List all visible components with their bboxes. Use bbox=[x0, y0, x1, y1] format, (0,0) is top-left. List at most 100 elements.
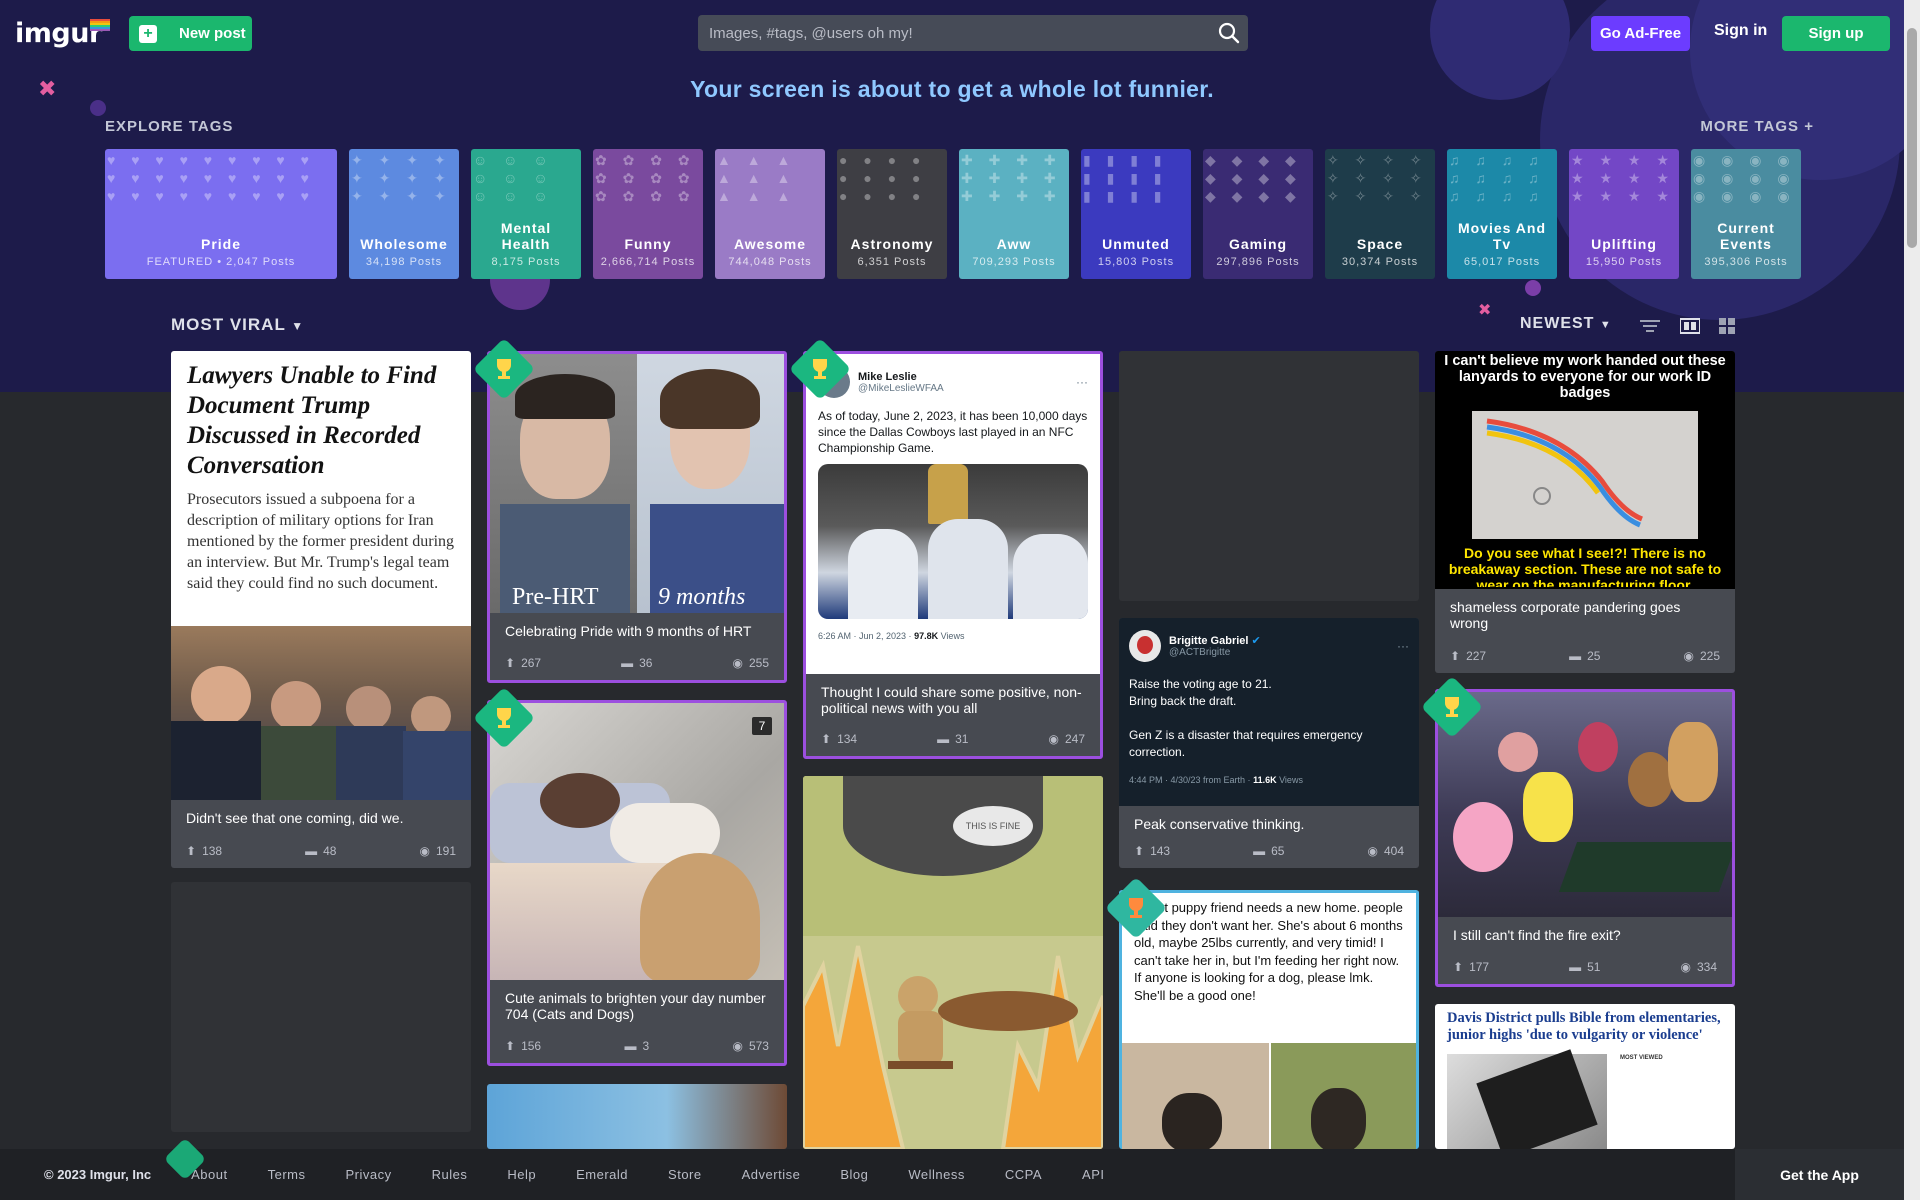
footer-link[interactable]: Help bbox=[507, 1167, 536, 1182]
tag-tile[interactable]: ✿ ✿ ✿ ✿ ✿ ✿ ✿ ✿ ✿ ✿ ✿ ✿ ✿ ✿ ✿ ✿ ✿ ✿ ✿ ✿ … bbox=[593, 149, 703, 279]
footer-link[interactable]: Terms bbox=[268, 1167, 306, 1182]
site-footer: © 2023 Imgur, Inc About Terms Privacy Rules… bbox=[0, 1149, 1904, 1200]
upvote-stat[interactable]: ⬆ 177 bbox=[1453, 960, 1489, 974]
tag-tile[interactable]: ♫ ♫ ♫ ♫ ♫ ♫ ♫ ♫ ♫ ♫ ♫ ♫ ♫ ♫ ♫ ♫ ♫ ♫ ♫ ♫ … bbox=[1447, 149, 1557, 279]
news-body: Prosecutors issued a subpoena for a desc… bbox=[187, 491, 455, 592]
post-card[interactable]: Brigitte Gabriel ✔ @ACTBrigitte ··· Rais… bbox=[1119, 618, 1419, 868]
tag-post-count: 709,293 Posts bbox=[972, 256, 1056, 268]
search-input[interactable] bbox=[698, 15, 1248, 51]
scrollbar[interactable] bbox=[1904, 0, 1920, 1200]
comment-icon: ▬ bbox=[1569, 960, 1582, 974]
footer-link[interactable]: API bbox=[1082, 1167, 1104, 1182]
tag-tile[interactable]: ✧ ✧ ✧ ✧ ✧ ✧ ✧ ✧ ✧ ✧ ✧ ✧ ✧ ✧ ✧ ✧ ✧ ✧ ✧ ✧ … bbox=[1325, 149, 1435, 279]
sort-dropdown[interactable]: MOST VIRAL ▼ bbox=[171, 315, 304, 335]
views-stat: ◉ 573 bbox=[732, 1039, 769, 1053]
scrollbar-thumb[interactable] bbox=[1907, 28, 1917, 248]
footer-link[interactable]: Wellness bbox=[908, 1167, 965, 1182]
tag-name: Funny bbox=[624, 236, 672, 252]
post-card[interactable]: Lawyers Unable to Find Document Trump Di… bbox=[171, 351, 471, 868]
new-post-button[interactable]: + New post bbox=[129, 16, 252, 51]
imgur-logo[interactable]: imgur bbox=[15, 18, 102, 49]
post-image: I can't believe my work handed out these… bbox=[1435, 351, 1735, 589]
post-card[interactable]: 7 Cute animals to brighten your day numb… bbox=[487, 700, 787, 1066]
tweet-line: Bring back the draft. bbox=[1129, 694, 1237, 708]
tag-post-count: 8,175 Posts bbox=[491, 256, 561, 268]
filter-icon[interactable] bbox=[1640, 318, 1660, 334]
footer-link[interactable]: Store bbox=[668, 1167, 702, 1182]
tile-view-icon[interactable] bbox=[1717, 318, 1737, 334]
tag-tile[interactable]: ♥ ♥ ♥ ♥ ♥ ♥ ♥ ♥ ♥ ♥ ♥ ♥ ♥ ♥ ♥ ♥ ♥ ♥ ♥ ♥ … bbox=[105, 149, 337, 279]
get-app-button[interactable]: Get the App bbox=[1735, 1149, 1904, 1200]
footer-link[interactable]: Privacy bbox=[346, 1167, 392, 1182]
tag-name: Gaming bbox=[1228, 236, 1288, 252]
tag-tile[interactable]: ▲ ▲ ▲ ▲ ▲ ▲ ▲ ▲ ▲ ▲ ▲ ▲ ▲ ▲ ▲ ▲ ▲ ▲ ▲ ▲ … bbox=[715, 149, 825, 279]
post-title: Peak conservative thinking. bbox=[1134, 816, 1305, 832]
post-image: sweet puppy friend needs a new home. peo… bbox=[1122, 893, 1416, 1149]
post-card[interactable]: sweet puppy friend needs a new home. peo… bbox=[1119, 890, 1419, 1149]
tag-name: Uplifting bbox=[1591, 236, 1657, 252]
upvote-stat[interactable]: ⬆ 138 bbox=[186, 844, 222, 858]
comment-icon: ▬ bbox=[1253, 844, 1266, 858]
sign-in-link[interactable]: Sign in bbox=[1714, 22, 1767, 40]
tag-strip: ♥ ♥ ♥ ♥ ♥ ♥ ♥ ♥ ♥ ♥ ♥ ♥ ♥ ♥ ♥ ♥ ♥ ♥ ♥ ♥ … bbox=[105, 149, 1801, 279]
post-card-placeholder[interactable] bbox=[1119, 351, 1419, 601]
post-card[interactable]: Davis District pulls Bible from elementa… bbox=[1435, 1004, 1735, 1149]
caption-left: Pre-HRT bbox=[512, 584, 599, 610]
tag-tile[interactable]: ● ● ● ● ● ● ● ● ● ● ● ● ● ● ● ● ● ● ● ● … bbox=[837, 149, 947, 279]
post-stats: ⬆ 267 ▬ 36 ◉ 255 bbox=[505, 656, 769, 670]
tweet-view-count: 97.8K bbox=[914, 631, 939, 641]
go-ad-free-button[interactable]: Go Ad-Free bbox=[1591, 16, 1690, 51]
grid-view-icon[interactable] bbox=[1680, 318, 1700, 334]
tag-name: Awesome bbox=[733, 236, 807, 252]
post-card[interactable]: THIS IS FINE bbox=[803, 776, 1103, 1149]
post-card[interactable] bbox=[487, 1084, 787, 1149]
tag-pattern: ◉ ◉ ◉ ◉ ◉ ◉ ◉ ◉ ◉ ◉ ◉ ◉ ◉ ◉ ◉ ◉ ◉ ◉ ◉ ◉ … bbox=[1693, 152, 1796, 203]
sign-up-button[interactable]: Sign up bbox=[1782, 16, 1890, 51]
tag-tile[interactable]: ▮ ▮ ▮ ▮ ▮ ▮ ▮ ▮ ▮ ▮ ▮ ▮ ▮ ▮ ▮ ▮ ▮ ▮ ▮ ▮ … bbox=[1081, 149, 1191, 279]
speech-bubble: THIS IS FINE bbox=[953, 806, 1033, 846]
tag-text: Current Events 395,306 Posts bbox=[1691, 220, 1801, 269]
post-card-placeholder[interactable] bbox=[171, 882, 471, 1132]
search-icon[interactable] bbox=[1218, 22, 1240, 44]
tag-tile[interactable]: ✦ ✦ ✦ ✦ ✦ ✦ ✦ ✦ ✦ ✦ ✦ ✦ ✦ ✦ ✦ ✦ ✦ ✦ ✦ ✦ … bbox=[349, 149, 459, 279]
post-card[interactable]: Pre-HRT 9 months Celebrating Pride with … bbox=[487, 351, 787, 683]
more-tags-link[interactable]: MORE TAGS + bbox=[1700, 118, 1814, 135]
tag-tile[interactable]: ◆ ◆ ◆ ◆ ◆ ◆ ◆ ◆ ◆ ◆ ◆ ◆ ◆ ◆ ◆ ◆ ◆ ◆ ◆ ◆ … bbox=[1203, 149, 1313, 279]
footer-link[interactable]: Emerald bbox=[576, 1167, 628, 1182]
post-card[interactable]: I can't believe my work handed out these… bbox=[1435, 351, 1735, 673]
post-stats: ⬆ 227 ▬ 25 ◉ 225 bbox=[1450, 649, 1720, 663]
tag-pattern: ● ● ● ● ● ● ● ● ● ● ● ● ● ● ● ● ● ● ● ● … bbox=[839, 152, 927, 203]
tag-tile[interactable]: ★ ★ ★ ★ ★ ★ ★ ★ ★ ★ ★ ★ ★ ★ ★ ★ ★ ★ ★ ★ … bbox=[1569, 149, 1679, 279]
trophy-icon bbox=[482, 347, 526, 391]
post-image bbox=[1438, 692, 1732, 917]
footer-link[interactable]: About bbox=[191, 1167, 227, 1182]
footer-link[interactable]: Rules bbox=[432, 1167, 468, 1182]
upvote-stat[interactable]: ⬆ 156 bbox=[505, 1039, 541, 1053]
order-dropdown[interactable]: NEWEST ▼ bbox=[1520, 315, 1612, 333]
top-header: imgur + New post Go Ad-Free Sign in Sign… bbox=[0, 0, 1904, 66]
tag-name: Astronomy bbox=[850, 236, 934, 252]
tag-tile[interactable]: ✚ ✚ ✚ ✚ ✚ ✚ ✚ ✚ ✚ ✚ ✚ ✚ ✚ ✚ ✚ ✚ ✚ ✚ ✚ ✚ … bbox=[959, 149, 1069, 279]
footer-link[interactable]: CCPA bbox=[1005, 1167, 1042, 1182]
upvote-stat[interactable]: ⬆ 227 bbox=[1450, 649, 1486, 663]
tag-tile[interactable]: ◉ ◉ ◉ ◉ ◉ ◉ ◉ ◉ ◉ ◉ ◉ ◉ ◉ ◉ ◉ ◉ ◉ ◉ ◉ ◉ … bbox=[1691, 149, 1801, 279]
post-card[interactable]: Mike Leslie @MikeLeslieWFAA ··· As of to… bbox=[803, 351, 1103, 759]
upvote-icon: ⬆ bbox=[1453, 960, 1464, 974]
post-stats: ⬆ 156 ▬ 3 ◉ 573 bbox=[505, 1039, 769, 1053]
comment-count: 25 bbox=[1587, 649, 1601, 663]
tag-name: Movies And Tv bbox=[1457, 220, 1547, 252]
eye-icon: ◉ bbox=[732, 656, 743, 670]
trophy-icon bbox=[482, 696, 526, 740]
post-card[interactable]: I still can't find the fire exit? ⬆ 177 ▬… bbox=[1435, 689, 1735, 987]
tag-tile[interactable]: ☺ ☺ ☺ ☺ ☺ ☺ ☺ ☺ ☺ ☺ ☺ ☺ ☺ ☺ ☺ ☺ ☺ ☺ ☺ ☺ … bbox=[471, 149, 581, 279]
tag-post-count: 30,374 Posts bbox=[1341, 256, 1419, 268]
tag-post-count: 15,950 Posts bbox=[1585, 256, 1663, 268]
lanyard-photo bbox=[1472, 411, 1698, 539]
close-icon[interactable]: ✖ bbox=[1478, 300, 1491, 320]
tag-post-count: 15,803 Posts bbox=[1097, 256, 1175, 268]
footer-link[interactable]: Blog bbox=[840, 1167, 868, 1182]
upvote-stat[interactable]: ⬆ 267 bbox=[505, 656, 541, 670]
footer-link[interactable]: Advertise bbox=[742, 1167, 801, 1182]
upvote-stat[interactable]: ⬆ 134 bbox=[821, 732, 857, 746]
upvote-stat[interactable]: ⬆ 143 bbox=[1134, 844, 1170, 858]
